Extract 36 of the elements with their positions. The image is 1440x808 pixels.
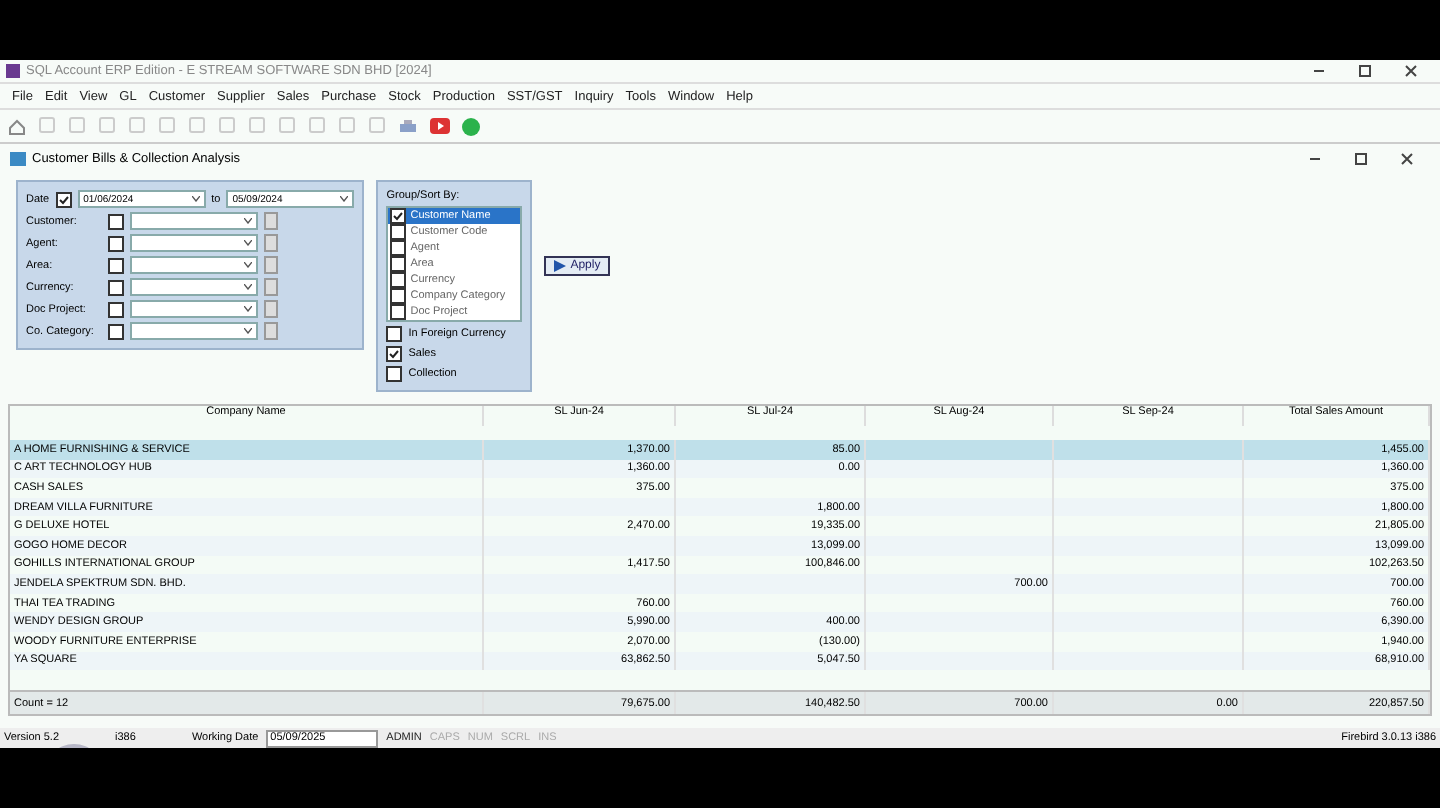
maximize-icon[interactable] [1358,64,1372,78]
caret-icon[interactable] [244,262,252,268]
caret-icon[interactable] [244,218,252,224]
play-icon [554,260,567,272]
report-icon [10,151,26,165]
whatsapp-icon[interactable] [462,117,480,135]
maximize-icon[interactable] [1354,151,1368,165]
date-checkbox[interactable] [55,191,72,207]
filter-checkbox[interactable] [108,257,124,273]
close-icon[interactable] [1400,151,1414,165]
caret-icon[interactable] [244,284,252,290]
minimize-icon[interactable] [1312,64,1326,78]
caret-icon[interactable] [244,328,252,334]
item-checkbox[interactable] [390,240,407,256]
filter-checkbox[interactable] [108,323,124,339]
close-icon[interactable] [1404,64,1418,78]
item-checkbox[interactable] [390,256,407,272]
filter-checkbox[interactable] [108,301,124,317]
item-checkbox[interactable] [390,304,407,320]
option-checkbox[interactable] [386,346,403,362]
app-logo-icon [6,64,20,78]
item-checkbox[interactable] [390,224,407,240]
filter-checkbox[interactable] [108,279,124,295]
item-checkbox[interactable] [390,288,407,304]
caret-icon[interactable] [340,196,349,202]
caret-icon[interactable] [244,306,252,312]
caret-icon[interactable] [191,196,200,202]
caret-icon[interactable] [244,240,252,246]
home-icon[interactable] [8,117,26,135]
filter-checkbox[interactable] [108,213,124,229]
option-checkbox[interactable] [386,366,403,382]
filter-checkbox[interactable] [108,235,124,251]
option-checkbox[interactable] [386,326,403,342]
item-checkbox[interactable] [390,272,407,288]
item-checkbox[interactable] [390,208,407,224]
youtube-icon[interactable] [430,118,450,134]
